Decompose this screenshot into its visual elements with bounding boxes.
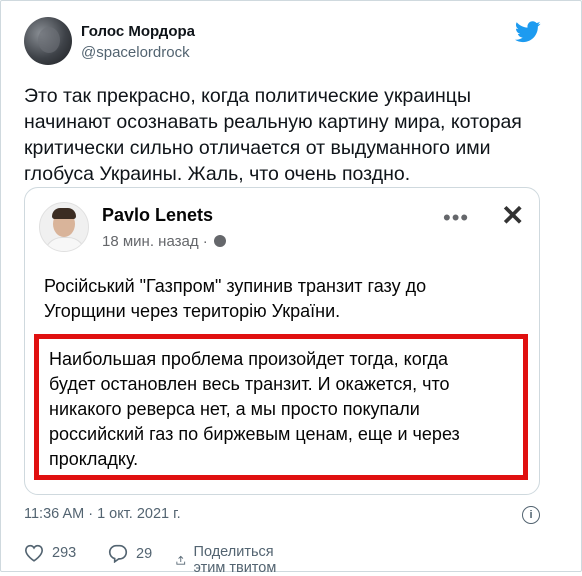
quoted-post-time: 18 мин. назад ·	[102, 233, 208, 250]
quoted-author-name: Pavlo Lenets	[102, 205, 214, 225]
author-avatar[interactable]	[24, 17, 72, 65]
heart-icon	[24, 544, 44, 562]
quoted-author-avatar	[39, 202, 89, 252]
share-label: Поделиться этим твитом	[193, 544, 277, 576]
like-button[interactable]: 293	[24, 544, 76, 562]
quoted-post-screenshot[interactable]: Pavlo Lenets 18 мин. назад · ••• ✕ Росій…	[24, 187, 540, 495]
author-handle[interactable]: @spacelordrock	[81, 44, 190, 61]
info-icon[interactable]: i	[522, 506, 540, 524]
share-button[interactable]: Поделиться этим твитом	[176, 544, 282, 576]
tweet-card: Голос Мордора @spacelordrock Это так пре…	[0, 0, 582, 576]
author-name[interactable]: Голос Мордора	[81, 23, 195, 40]
highlight-box: Наибольшая проблема произойдет тогда, ко…	[34, 334, 528, 480]
quoted-post-meta: 18 мин. назад ·	[102, 233, 226, 250]
reply-icon	[108, 544, 128, 563]
tweet-timestamp[interactable]: 11:36 AM · 1 окт. 2021 г.	[24, 506, 181, 522]
twitter-bird-icon[interactable]	[515, 21, 541, 43]
share-icon	[176, 555, 186, 565]
like-count: 293	[52, 545, 77, 561]
globe-icon	[213, 235, 226, 247]
more-options-icon: •••	[443, 205, 470, 230]
highlighted-text: Наибольшая проблема произойдет тогда, ко…	[49, 349, 460, 469]
close-icon: ✕	[501, 200, 525, 231]
tweet-text: Это так прекрасно, когда политические ук…	[24, 85, 522, 185]
reply-count: 29	[136, 545, 153, 562]
reply-button[interactable]: 29	[108, 544, 152, 563]
quoted-post-text: Російський "Газпром" зупинив транзит газ…	[44, 276, 427, 321]
